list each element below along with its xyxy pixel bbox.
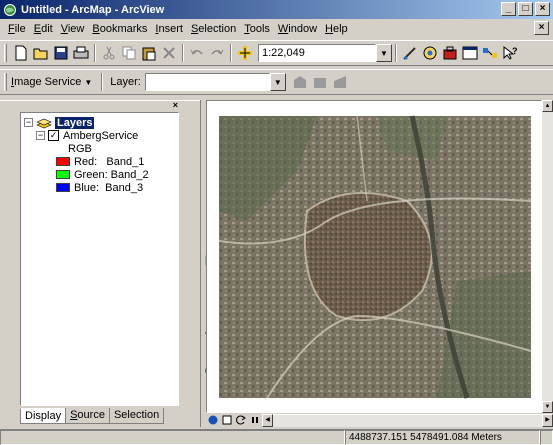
- scroll-right-arrow-icon[interactable]: ▶: [542, 413, 553, 427]
- layer-name[interactable]: AmbergService: [63, 130, 138, 142]
- rgb-label: RGB: [68, 142, 92, 155]
- collapse-icon[interactable]: −: [36, 131, 45, 140]
- legend-band-green: Green: Band_2: [24, 168, 175, 181]
- minimize-button[interactable]: _: [501, 2, 516, 16]
- legend-band-blue: Blue: Band_3: [24, 181, 175, 194]
- toc-close-button[interactable]: ×: [173, 100, 178, 110]
- print-icon[interactable]: [71, 43, 91, 63]
- layer-label: Layer:: [110, 76, 141, 88]
- image-service-tool-1-icon[interactable]: [290, 72, 310, 92]
- image-service-tool-2-icon[interactable]: [310, 72, 330, 92]
- toolbar-grip[interactable]: [4, 73, 7, 91]
- data-frame-label[interactable]: Layers: [55, 116, 95, 129]
- map-scale-input[interactable]: 1:22,049: [258, 44, 376, 62]
- pause-drawing-icon[interactable]: [248, 414, 262, 427]
- image-service-tool-3-icon[interactable]: [330, 72, 350, 92]
- title-bar: Untitled - ArcMap - ArcView _ □ ×: [0, 0, 553, 19]
- redo-icon[interactable]: [207, 43, 227, 63]
- model-builder-icon[interactable]: [480, 43, 500, 63]
- arctoolbox-icon[interactable]: [440, 43, 460, 63]
- tab-source[interactable]: Source: [65, 408, 110, 424]
- layout-view-page-icon[interactable]: [220, 414, 234, 427]
- menu-edit[interactable]: Edit: [30, 23, 57, 35]
- image-service-toolbar: Image Service ▼ Layer: ▼: [0, 69, 553, 95]
- new-document-icon[interactable]: [11, 43, 31, 63]
- tab-selection[interactable]: Selection: [108, 408, 165, 424]
- maximize-button[interactable]: □: [518, 2, 533, 16]
- toolbar-grip[interactable]: [4, 44, 7, 62]
- cut-icon[interactable]: [99, 43, 119, 63]
- band-label: Green: Band_2: [74, 168, 149, 181]
- window-title: Untitled - ArcMap - ArcView: [21, 3, 165, 16]
- standard-toolbar: 1:22,049 ▼ ?: [0, 40, 553, 66]
- layer-dropdown-arrow[interactable]: ▼: [269, 73, 286, 91]
- menu-insert[interactable]: Insert: [151, 23, 187, 35]
- toc-title-bar: ×: [0, 100, 200, 110]
- open-folder-icon[interactable]: [31, 43, 51, 63]
- menu-tools[interactable]: Tools: [240, 23, 274, 35]
- arcmap-globe-icon: [4, 3, 16, 16]
- toc-tabs: Display Source Selection: [20, 408, 165, 425]
- menu-window[interactable]: Window: [274, 23, 321, 35]
- green-swatch: [56, 170, 70, 179]
- blue-swatch: [56, 183, 70, 192]
- delete-icon[interactable]: [159, 43, 179, 63]
- toc-tree: − Layers − ✓ AmbergService RGB Red: Band…: [20, 112, 179, 406]
- map-vertical-scrollbar[interactable]: ▲ ▼: [542, 100, 553, 413]
- scale-dropdown-arrow[interactable]: ▼: [376, 44, 392, 62]
- data-view-globe-icon[interactable]: [206, 414, 220, 427]
- layer-visibility-checkbox[interactable]: ✓: [48, 130, 59, 141]
- red-swatch: [56, 157, 70, 166]
- add-data-icon[interactable]: [235, 43, 255, 63]
- doc-close-button[interactable]: ×: [534, 21, 549, 35]
- tree-root-layers[interactable]: − Layers: [24, 116, 175, 129]
- scroll-left-arrow-icon[interactable]: ◀: [262, 413, 273, 427]
- coordinate-readout: 4488737.151 5478491.084 Meters: [345, 430, 540, 445]
- menu-file[interactable]: File: [4, 23, 30, 35]
- svg-text:?: ?: [512, 46, 518, 56]
- arccatalog-icon[interactable]: [420, 43, 440, 63]
- scroll-down-arrow-icon[interactable]: ▼: [542, 401, 553, 413]
- image-service-menu[interactable]: Image Service ▼: [11, 76, 92, 88]
- band-label: Blue: Band_3: [74, 181, 144, 194]
- menu-bookmarks[interactable]: Bookmarks: [88, 23, 151, 35]
- menu-selection[interactable]: Selection: [187, 23, 240, 35]
- close-button[interactable]: ×: [535, 2, 550, 16]
- tree-rgb-header: RGB: [24, 142, 175, 155]
- dropdown-arrow-icon: ▼: [84, 77, 93, 87]
- command-line-icon[interactable]: [460, 43, 480, 63]
- menu-view[interactable]: View: [57, 23, 89, 35]
- horizontal-scroll-track[interactable]: [273, 413, 542, 427]
- refresh-icon[interactable]: [234, 414, 248, 427]
- menu-bar: File Edit View Bookmarks Insert Selectio…: [0, 20, 553, 38]
- status-bar: 4488737.151 5478491.084 Meters: [0, 429, 553, 445]
- tab-display[interactable]: Display: [20, 408, 67, 424]
- layers-stack-icon: [36, 118, 52, 128]
- band-label: Red: Band_1: [74, 155, 145, 168]
- undo-icon[interactable]: [187, 43, 207, 63]
- paste-icon[interactable]: [139, 43, 159, 63]
- collapse-icon[interactable]: −: [24, 118, 33, 127]
- save-icon[interactable]: [51, 43, 71, 63]
- map-display[interactable]: [206, 100, 542, 413]
- tree-layer-service[interactable]: − ✓ AmbergService: [24, 129, 175, 142]
- status-message: [0, 430, 345, 445]
- menu-help[interactable]: Help: [321, 23, 352, 35]
- layer-select[interactable]: [144, 73, 270, 91]
- copy-icon[interactable]: [119, 43, 139, 63]
- scroll-up-arrow-icon[interactable]: ▲: [542, 100, 553, 112]
- whats-this-help-icon[interactable]: ?: [500, 43, 520, 63]
- table-of-contents: × − Layers − ✓ AmbergService RGB Red: Ba…: [0, 100, 200, 427]
- resize-grip[interactable]: [540, 430, 553, 445]
- legend-band-red: Red: Band_1: [24, 155, 175, 168]
- editor-toolbar-icon[interactable]: [400, 43, 420, 63]
- aerial-imagery-map[interactable]: [207, 101, 542, 413]
- map-bottom-bar: ◀ ▶: [206, 413, 553, 427]
